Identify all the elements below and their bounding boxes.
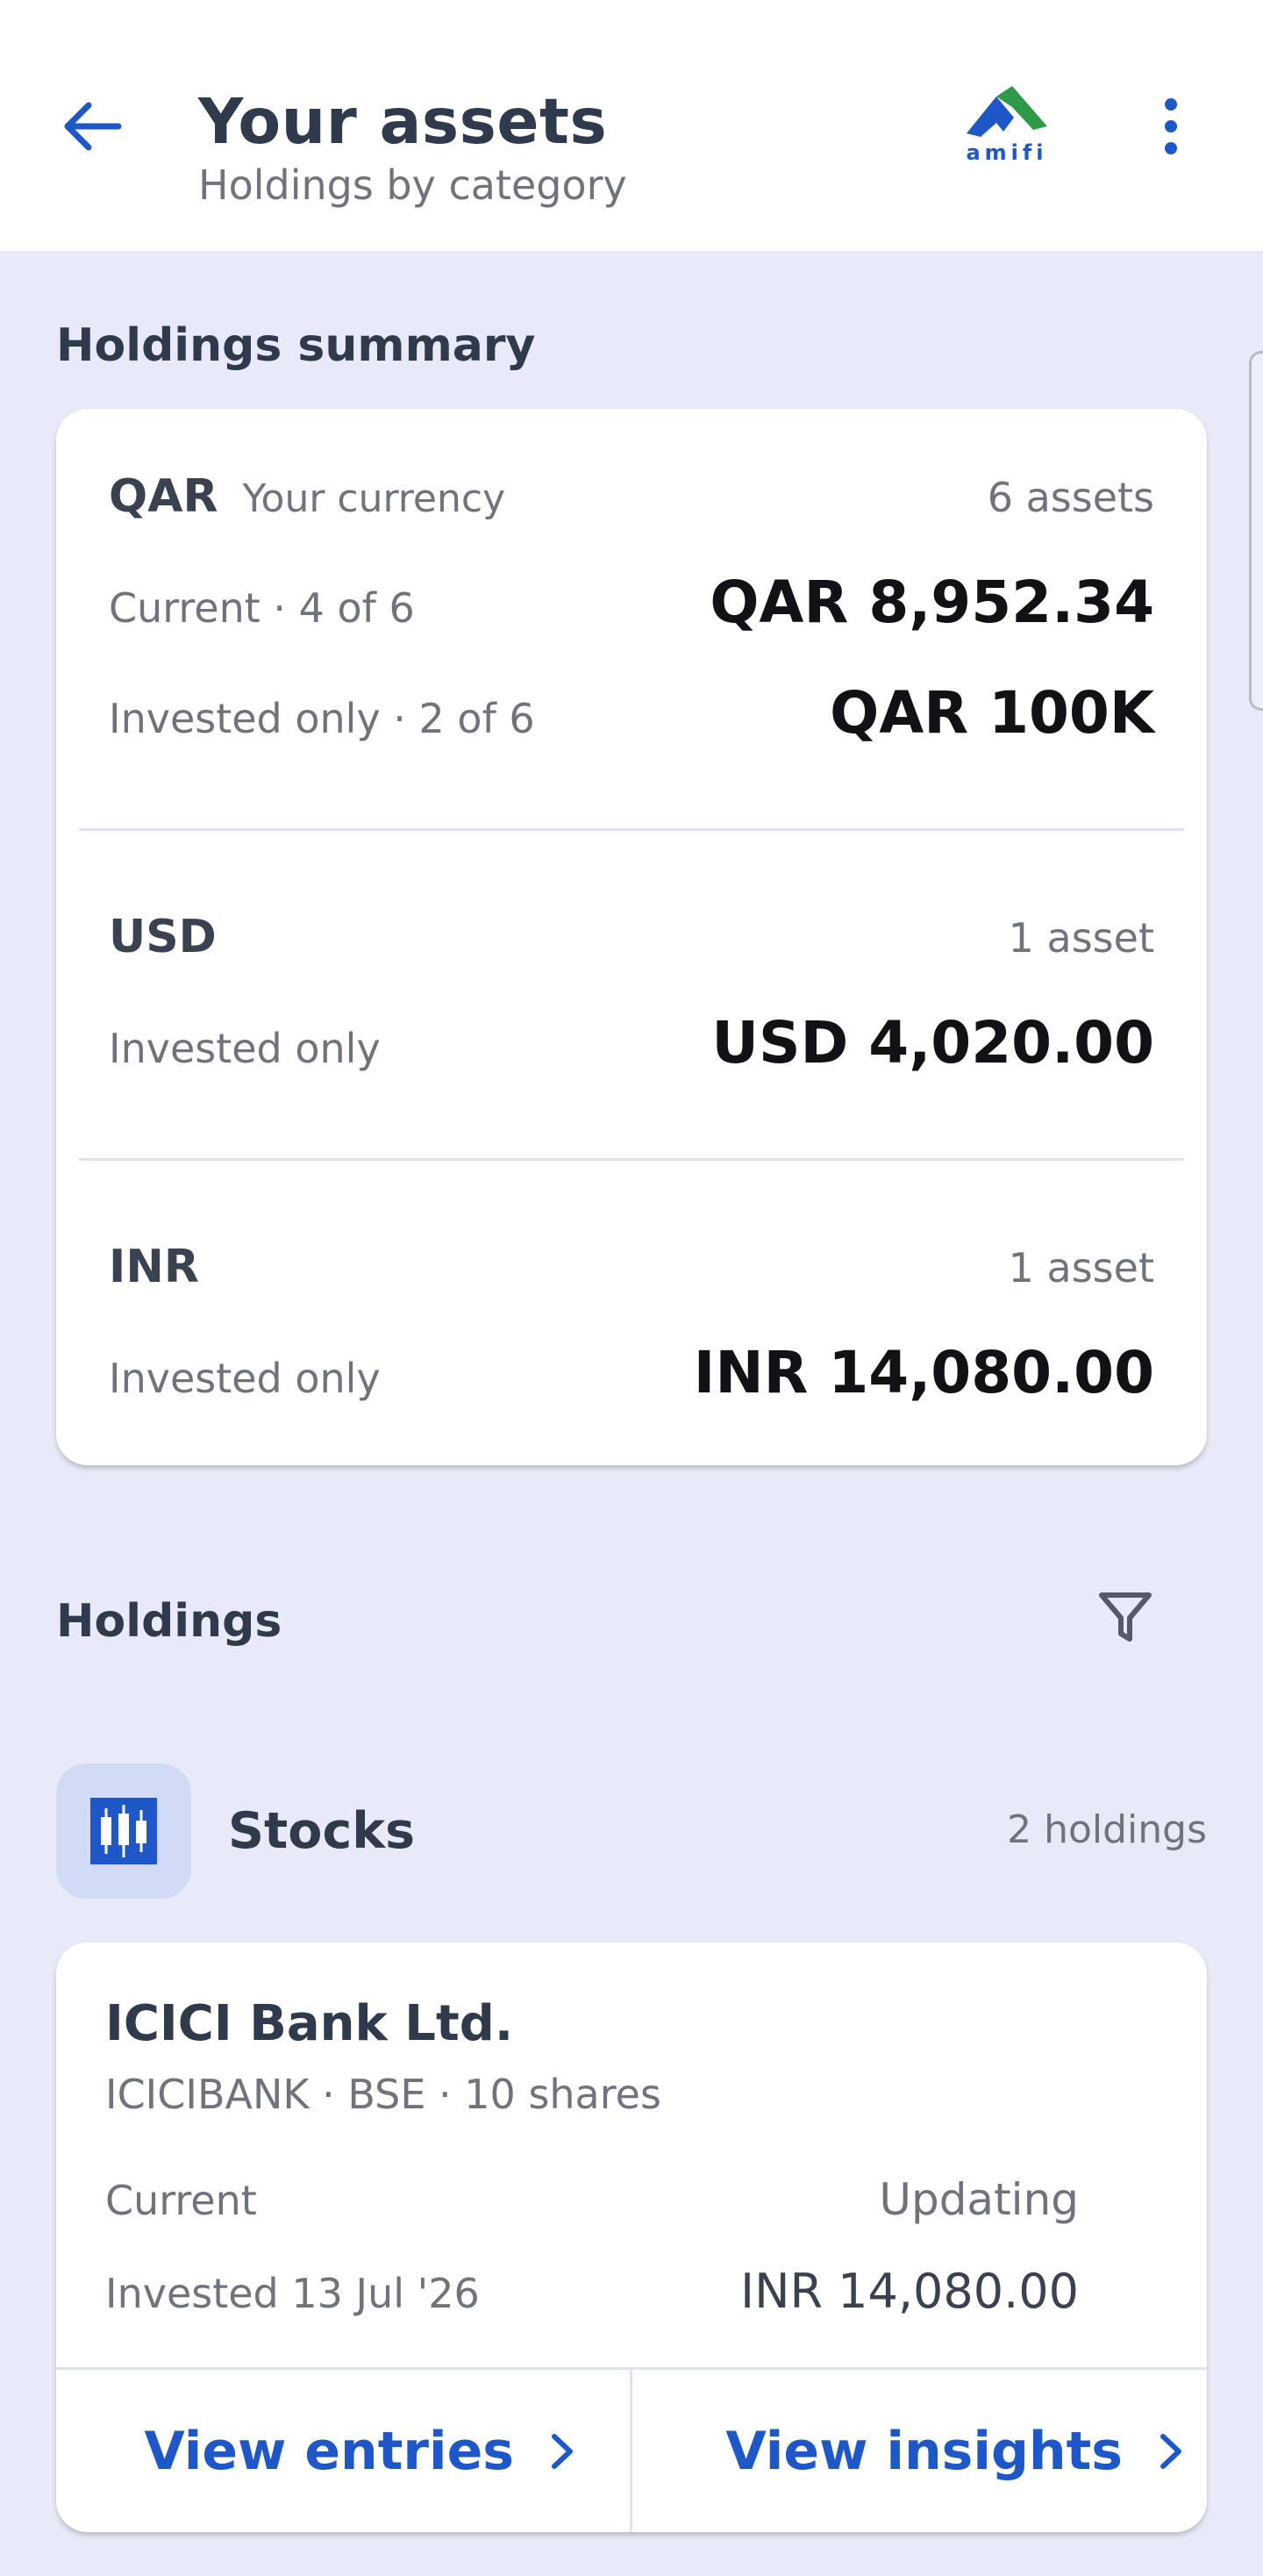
currency-code: INR xyxy=(109,1241,199,1293)
currency-code: QAR xyxy=(109,470,218,523)
row-value: INR 14,080.00 xyxy=(693,1339,1154,1406)
holding-name: ICICI Bank Ltd. xyxy=(105,1995,514,2052)
holding-invested-row: Invested 13 Jul '26 INR 14,080.00 xyxy=(105,2264,1079,2319)
current-label: Current xyxy=(105,2177,257,2224)
currency-code: USD xyxy=(109,911,217,963)
summary-usd-invested-row: Invested only USD 4,020.00 xyxy=(109,1009,1154,1077)
dot-icon xyxy=(1165,98,1177,111)
row-value: QAR 100K xyxy=(830,679,1154,747)
dot-icon xyxy=(1165,120,1177,132)
arrow-left-icon xyxy=(64,102,122,151)
row-label: Invested only · 2 of 6 xyxy=(109,695,535,742)
amifi-logo: amifi xyxy=(961,84,1052,165)
summary-inr-header: INR 1 asset xyxy=(109,1241,1154,1293)
asset-count: 6 assets xyxy=(987,474,1154,521)
holdings-heading: Holdings xyxy=(56,1595,282,1648)
app-bar: Your assets Holdings by category amifi xyxy=(0,0,1263,251)
asset-count: 1 asset xyxy=(1008,1244,1154,1292)
holding-card[interactable]: ICICI Bank Ltd. ICICIBANK · BSE · 10 sha… xyxy=(56,1943,1207,2532)
chevron-right-icon xyxy=(1160,2433,1181,2469)
divider xyxy=(79,828,1184,831)
title-block: Your assets Holdings by category xyxy=(198,84,627,211)
row-value: QAR 8,952.34 xyxy=(710,569,1154,636)
holdings-summary-heading: Holdings summary xyxy=(56,319,536,372)
view-entries-label: View entries xyxy=(144,2420,514,2482)
view-insights-label: View insights xyxy=(725,2420,1123,2482)
page-subtitle: Holdings by category xyxy=(198,161,627,209)
filter-button[interactable] xyxy=(1088,1579,1163,1655)
holding-current-row: Current Updating xyxy=(105,2174,1079,2225)
category-count: 2 holdings xyxy=(1007,1807,1207,1852)
logo-text: amifi xyxy=(966,140,1048,165)
logo-mark-icon xyxy=(967,86,1047,137)
divider xyxy=(79,1158,1184,1161)
back-button[interactable] xyxy=(56,91,126,161)
more-options-button[interactable] xyxy=(1140,91,1202,161)
row-label: Invested only xyxy=(109,1025,381,1072)
chevron-right-icon xyxy=(552,2433,573,2469)
invested-value: INR 14,080.00 xyxy=(740,2264,1079,2319)
currency-tag: Your currency xyxy=(242,476,506,521)
stocks-category-icon xyxy=(56,1764,191,1899)
category-label: Stocks xyxy=(228,1802,416,1860)
side-drawer-handle[interactable] xyxy=(1249,351,1263,711)
asset-count: 1 asset xyxy=(1008,914,1154,962)
dot-icon xyxy=(1165,142,1177,154)
view-entries-button[interactable]: View entries xyxy=(56,2370,630,2532)
summary-qar-invested-row: Invested only · 2 of 6 QAR 100K xyxy=(109,679,1154,747)
filter-icon xyxy=(1099,1592,1152,1642)
summary-usd-header: USD 1 asset xyxy=(109,911,1154,963)
row-value: USD 4,020.00 xyxy=(711,1009,1154,1077)
holding-meta: ICICIBANK · BSE · 10 shares xyxy=(105,2071,661,2118)
row-label: Current · 4 of 6 xyxy=(109,584,415,632)
holdings-summary-card: QAR Your currency 6 assets Current · 4 of… xyxy=(56,409,1207,1465)
view-insights-button[interactable]: View insights xyxy=(632,2370,1207,2532)
current-value: Updating xyxy=(879,2174,1079,2225)
summary-qar-current-row: Current · 4 of 6 QAR 8,952.34 xyxy=(109,569,1154,636)
row-label: Invested only xyxy=(109,1355,381,1402)
invested-label: Invested 13 Jul '26 xyxy=(105,2270,480,2317)
summary-qar-header: QAR Your currency 6 assets xyxy=(109,470,1154,523)
candlestick-icon xyxy=(90,1798,157,1864)
page-title: Your assets xyxy=(198,85,608,158)
summary-inr-invested-row: Invested only INR 14,080.00 xyxy=(109,1339,1154,1406)
